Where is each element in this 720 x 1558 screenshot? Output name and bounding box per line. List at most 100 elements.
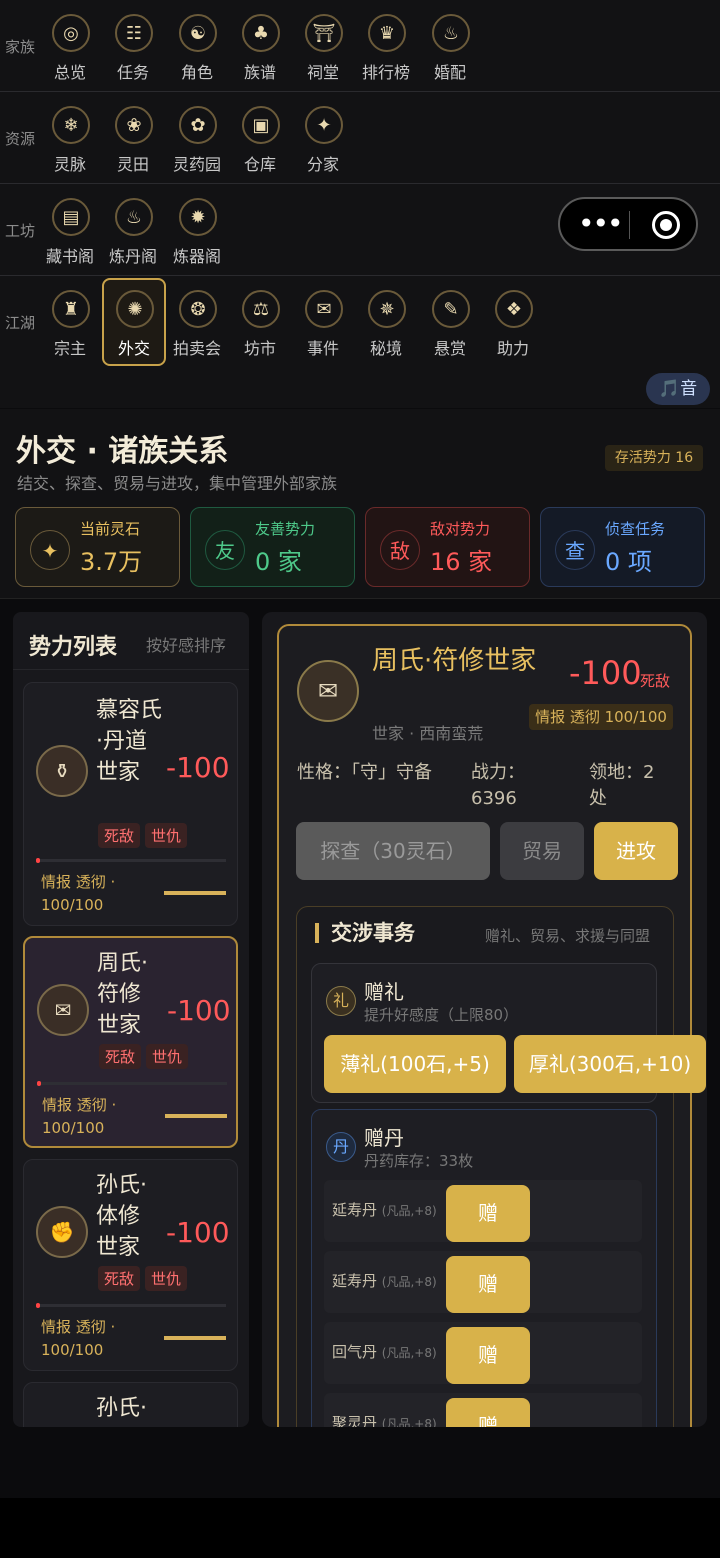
library-icon: ▤	[52, 198, 90, 236]
gift-title: 赠礼	[364, 980, 404, 1004]
affinity-bar-fill	[36, 1303, 40, 1308]
nav-item-sect-master[interactable]: ♜ 宗主	[38, 278, 102, 366]
status-badge: 世仇	[145, 1266, 188, 1291]
stat-label: 当前灵石	[80, 520, 141, 538]
nav-item-diplomacy[interactable]: ✺ 外交	[102, 278, 166, 366]
nav-item-spirit-vein[interactable]: ❄ 灵脉	[38, 94, 102, 182]
gift-sub: 提升好感度（上限80）	[364, 1006, 519, 1024]
enemy-icon: 敌	[380, 530, 420, 570]
faction-card-selected[interactable]: ✉ 周氏·符修世家 -100 死敌 世仇 情报 透彻 · 100/100	[23, 936, 238, 1148]
nav-item-ranking[interactable]: ♛ 排行榜	[354, 2, 418, 90]
spirit-field-icon: ❀	[115, 106, 153, 144]
nav-item-label: 秘境	[369, 339, 402, 358]
nav-item-label: 灵药园	[172, 155, 221, 174]
faction-card[interactable]: 孙氏·	[23, 1382, 238, 1427]
scout-button[interactable]: 探查（30灵石）	[296, 822, 490, 880]
intel-bar	[165, 1114, 227, 1118]
nav-item-label: 角色	[180, 63, 213, 82]
nav-item-label: 祠堂	[306, 63, 339, 82]
nav-row-label: 工坊	[5, 222, 36, 240]
faction-name: 孙氏·	[96, 1396, 147, 1421]
nav-item-herb-garden[interactable]: ✿ 灵药园	[165, 94, 229, 182]
status-badge: 死敌	[98, 1266, 141, 1291]
nav-item-role[interactable]: ☯ 角色	[165, 2, 229, 90]
nav-item-alchemy[interactable]: ♨ 炼丹阁	[101, 186, 165, 274]
detail-power: 战力：6396	[471, 762, 525, 809]
nav-item-label: 外交	[117, 339, 150, 358]
branch-family-icon: ✦	[305, 106, 343, 144]
nav-item-label: 灵田	[116, 155, 149, 174]
pill-row: 回气丹 (凡品,+8) 赠	[324, 1322, 642, 1384]
nav-item-label: 事件	[306, 339, 339, 358]
detail-relation-tag: 死敌	[640, 672, 671, 690]
nav-item-label: 藏书阁	[45, 247, 94, 266]
nav-item-warehouse[interactable]: ▣ 仓库	[228, 94, 292, 182]
nav-item-label: 总览	[53, 63, 86, 82]
role-icon: ☯	[179, 14, 217, 52]
pill-name-wrap: 延寿丹 (凡品,+8)	[332, 1270, 437, 1291]
faction-detail-card: ✉ 周氏·符修世家 世家 · 西南蛮荒 -100 死敌 情报 透彻 100/10…	[277, 624, 706, 1427]
stat-value: 16 家	[430, 548, 493, 576]
detail-nature: 性格：「守」守备	[297, 762, 432, 783]
pill-name-wrap: 回气丹 (凡品,+8)	[332, 1341, 437, 1362]
nav-item-auction[interactable]: ❂ 拍卖会	[165, 278, 229, 366]
assist-icon: ❖	[495, 290, 533, 328]
faction-avatar: ✉	[37, 984, 89, 1036]
stat-value: 3.7万	[80, 548, 143, 576]
faction-intel: 情报 透彻 · 100/100	[41, 873, 116, 914]
nav-item-overview[interactable]: ◎ 总览	[38, 2, 102, 90]
faction-card[interactable]: ✊ 孙氏·体修世家 -100 死敌 世仇 情报 透彻 · 100/100	[23, 1159, 238, 1371]
nav-item-market[interactable]: ⚖ 坊市	[228, 278, 292, 366]
nav-item-secret-realm[interactable]: ✵ 秘境	[354, 278, 418, 366]
stat-value: 0 家	[255, 548, 302, 576]
give-pill-button[interactable]: 赠	[446, 1256, 530, 1313]
task-icon: ☷	[115, 14, 153, 52]
nav-item-bounty[interactable]: ✎ 悬赏	[418, 278, 482, 366]
faction-detail-panel: ✉ 周氏·符修世家 世家 · 西南蛮荒 -100 死敌 情报 透彻 100/10…	[262, 612, 707, 1427]
nav-item-task[interactable]: ☷ 任务	[101, 2, 165, 90]
nav-item-library[interactable]: ▤ 藏书阁	[38, 186, 102, 274]
give-pill-button[interactable]: 赠	[446, 1327, 530, 1384]
attack-button[interactable]: 进攻	[594, 822, 678, 880]
give-pill-button[interactable]: 赠	[446, 1398, 530, 1427]
small-gift-button[interactable]: 薄礼(100石,+5)	[324, 1035, 506, 1093]
nav-item-marriage[interactable]: ♨ 婚配	[418, 2, 482, 90]
nav-item-label: 悬赏	[433, 339, 466, 358]
shrine-icon: ⛩	[305, 14, 343, 52]
faction-card[interactable]: ⚱ 慕容氏·丹道世家 -100 死敌 世仇 情报 透彻 · 100/100	[23, 682, 238, 926]
main-content: 势力列表 按好感排序 ⚱ 慕容氏·丹道世家 -100 死敌 世仇 情报 透彻 · …	[0, 600, 720, 1558]
nav-item-forge[interactable]: ✹ 炼器阁	[165, 186, 229, 274]
overview-icon: ◎	[52, 14, 90, 52]
nav-item-family-tree[interactable]: ♣ 族谱	[228, 2, 292, 90]
diplomacy-icon: ✺	[116, 290, 154, 328]
nav-item-event[interactable]: ✉ 事件	[291, 278, 355, 366]
bottom-safe-area	[0, 1498, 720, 1558]
faction-avatar: ✊	[36, 1206, 88, 1258]
trade-button[interactable]: 贸易	[500, 822, 584, 880]
nav-row-family: 家族 ◎ 总览 ☷ 任务 ☯ 角色 ♣ 族谱 ⛩ 祠堂 ♛ 排行榜 ♨ 婚配	[0, 0, 720, 92]
family-tree-icon: ♣	[242, 14, 280, 52]
status-badge: 世仇	[146, 1044, 189, 1069]
give-pill-button[interactable]: 赠	[446, 1185, 530, 1242]
detail-score: -100	[569, 654, 642, 692]
nav-row-jianghu: 江湖 ♜ 宗主 ✺ 外交 ❂ 拍卖会 ⚖ 坊市 ✉ 事件 ✵ 秘境 ✎ 悬赏 ❖ 助力	[0, 276, 720, 408]
faction-score: -100	[167, 994, 231, 1027]
sort-button[interactable]: 按好感排序	[146, 632, 226, 656]
stat-label: 侦查任务	[605, 520, 666, 538]
faction-tags: 死敌 世仇	[98, 823, 188, 848]
nav-item-assist[interactable]: ❖ 助力	[481, 278, 545, 366]
nav-item-spirit-field[interactable]: ❀ 灵田	[101, 94, 165, 182]
faction-avatar: ⚱	[36, 745, 88, 797]
music-toggle-button[interactable]: 🎵音	[646, 373, 710, 405]
status-badge: 世仇	[145, 823, 188, 848]
stat-value: 0 项	[605, 548, 652, 576]
pill-sub: 丹药库存：33枚	[364, 1152, 474, 1170]
alchemy-icon: ♨	[115, 198, 153, 236]
nav-item-branch-family[interactable]: ✦ 分家	[291, 94, 355, 182]
nav-item-label: 坊市	[243, 339, 276, 358]
faction-intel: 情报 透彻 · 100/100	[42, 1096, 117, 1137]
large-gift-button[interactable]: 厚礼(300石,+10)	[514, 1035, 706, 1093]
faction-avatar: ✉	[297, 660, 359, 722]
pill-quality: (凡品,+8)	[381, 1417, 437, 1427]
nav-item-shrine[interactable]: ⛩ 祠堂	[291, 2, 355, 90]
